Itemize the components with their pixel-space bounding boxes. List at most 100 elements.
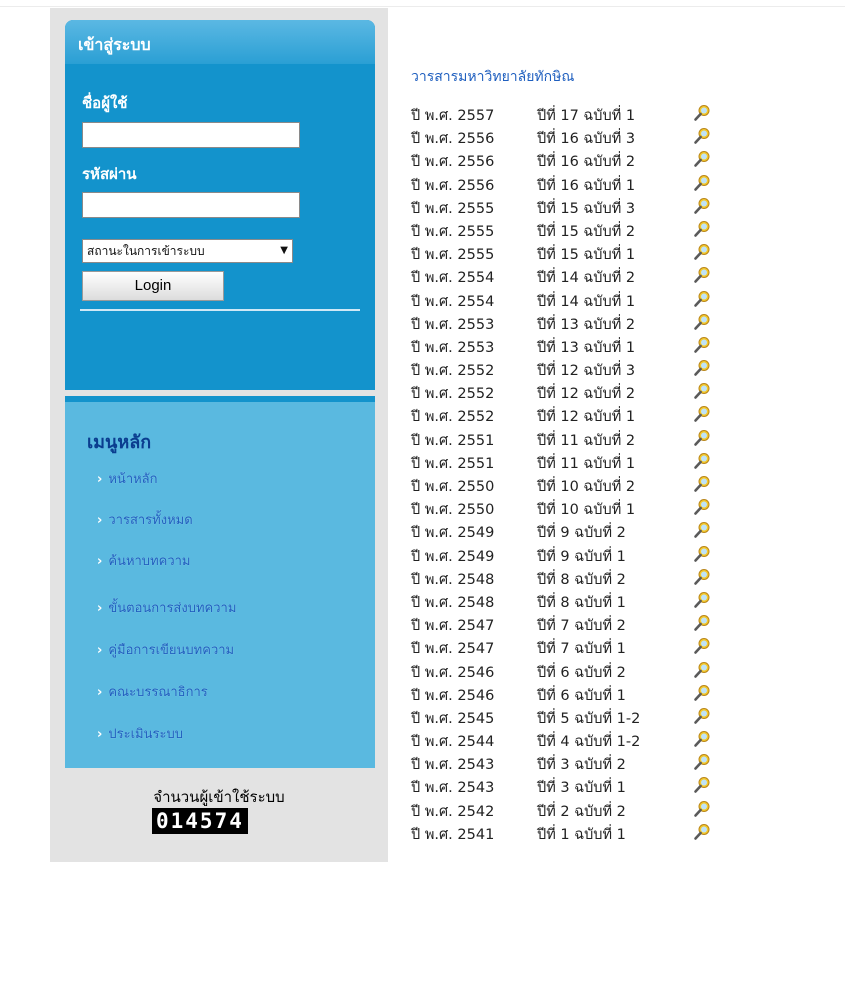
issue-row: ปี พ.ศ. 2549 ปีที่ 9 ฉบับที่ 2	[411, 521, 710, 544]
issue-volume: ปีที่ 4 ฉบับที่ 1-2	[537, 734, 641, 751]
issue-row: ปี พ.ศ. 2548 ปีที่ 8 ฉบับที่ 1	[411, 591, 710, 614]
issue-row: ปี พ.ศ. 2557 ปีที่ 17 ฉบับที่ 1	[411, 104, 710, 127]
search-magnifier-icon[interactable]	[693, 521, 711, 539]
search-magnifier-icon[interactable]	[693, 568, 711, 586]
search-magnifier-icon[interactable]	[693, 753, 711, 771]
issue-volume: ปีที่ 7 ฉบับที่ 1	[537, 641, 626, 658]
search-magnifier-icon[interactable]	[693, 429, 711, 447]
chevron-right-icon: ›	[97, 513, 103, 528]
menu-item-search-articles[interactable]: › ค้นหาบทความ	[97, 550, 191, 571]
issue-volume: ปีที่ 13 ฉบับที่ 1	[537, 339, 636, 356]
issue-row: ปี พ.ศ. 2550 ปีที่ 10 ฉบับที่ 1	[411, 498, 710, 521]
search-magnifier-icon[interactable]	[693, 684, 711, 702]
journal-title[interactable]: วารสารมหาวิทยาลัยทักษิณ	[411, 66, 574, 88]
search-magnifier-icon[interactable]	[693, 800, 711, 818]
issue-row: ปี พ.ศ. 2549 ปีที่ 9 ฉบับที่ 1	[411, 545, 710, 568]
search-magnifier-icon[interactable]	[693, 776, 711, 794]
issue-row: ปี พ.ศ. 2553 ปีที่ 13 ฉบับที่ 1	[411, 336, 710, 359]
menu-item-label: ขั้นตอนการส่งบทความ	[108, 601, 237, 616]
visitor-counter-label: จำนวนผู้เข้าใช้ระบบ	[153, 788, 285, 806]
issue-year: ปี พ.ศ. 2557	[411, 108, 495, 124]
issue-volume: ปีที่ 11 ฉบับที่ 2	[537, 432, 636, 449]
search-magnifier-icon[interactable]	[693, 707, 711, 725]
search-magnifier-icon[interactable]	[693, 290, 711, 308]
issue-year: ปี พ.ศ. 2549	[411, 525, 495, 542]
menu-item-submission-steps[interactable]: › ขั้นตอนการส่งบทความ	[97, 597, 236, 618]
issue-year: ปี พ.ศ. 2556	[411, 131, 495, 148]
menu-item-home[interactable]: › หน้าหลัก	[97, 468, 158, 489]
issue-row: ปี พ.ศ. 2552 ปีที่ 12 ฉบับที่ 3	[411, 359, 710, 382]
issue-year: ปี พ.ศ. 2556	[411, 154, 495, 171]
issue-year: ปี พ.ศ. 2552	[411, 409, 495, 426]
search-magnifier-icon[interactable]	[693, 637, 711, 655]
issue-volume: ปีที่ 1 ฉบับที่ 1	[537, 826, 626, 843]
issue-year: ปี พ.ศ. 2553	[411, 316, 495, 333]
menu-item-evaluate-system[interactable]: › ประเมินระบบ	[97, 723, 183, 744]
menu-item-label: คณะบรรณาธิการ	[108, 685, 208, 700]
search-magnifier-icon[interactable]	[693, 150, 711, 168]
search-magnifier-icon[interactable]	[693, 661, 711, 679]
login-panel: เข้าสู่ระบบ ชื่อผู้ใช้ รหัสผ่าน สถานะในก…	[65, 20, 375, 390]
search-magnifier-icon[interactable]	[693, 174, 711, 192]
search-magnifier-icon[interactable]	[693, 591, 711, 609]
issue-volume: ปีที่ 2 ฉบับที่ 2	[537, 803, 626, 820]
menu-item-label: ประเมินระบบ	[108, 727, 183, 742]
issue-year: ปี พ.ศ. 2556	[411, 177, 495, 194]
search-magnifier-icon[interactable]	[693, 336, 711, 354]
username-input[interactable]	[82, 122, 300, 148]
issue-volume: ปีที่ 14 ฉบับที่ 2	[537, 270, 636, 287]
issue-volume: ปีที่ 15 ฉบับที่ 3	[537, 200, 636, 217]
issue-year: ปี พ.ศ. 2549	[411, 548, 495, 565]
issue-row: ปี พ.ศ. 2546 ปีที่ 6 ฉบับที่ 2	[411, 661, 710, 684]
menu-item-writing-guide[interactable]: › คู่มือการเขียนบทความ	[97, 639, 234, 660]
chevron-right-icon: ›	[97, 554, 103, 569]
search-magnifier-icon[interactable]	[693, 614, 711, 632]
search-magnifier-icon[interactable]	[693, 823, 711, 841]
search-magnifier-icon[interactable]	[693, 313, 711, 331]
issue-volume: ปีที่ 8 ฉบับที่ 1	[537, 594, 626, 611]
issue-row: ปี พ.ศ. 2551 ปีที่ 11 ฉบับที่ 2	[411, 429, 710, 452]
issue-row: ปี พ.ศ. 2548 ปีที่ 8 ฉบับที่ 2	[411, 568, 710, 591]
menu-item-label: ค้นหาบทความ	[108, 554, 191, 569]
search-magnifier-icon[interactable]	[693, 730, 711, 748]
issue-year: ปี พ.ศ. 2546	[411, 687, 495, 704]
issue-row: ปี พ.ศ. 2550 ปีที่ 10 ฉบับที่ 2	[411, 475, 710, 498]
menu-item-editorial-board[interactable]: › คณะบรรณาธิการ	[97, 681, 208, 702]
menu-item-all-journals[interactable]: › วารสารทั้งหมด	[97, 509, 193, 530]
issue-row: ปี พ.ศ. 2551 ปีที่ 11 ฉบับที่ 1	[411, 452, 710, 475]
login-button[interactable]: Login	[82, 271, 224, 301]
issue-year: ปี พ.ศ. 2547	[411, 641, 495, 658]
search-magnifier-icon[interactable]	[693, 104, 711, 122]
issue-list: ปี พ.ศ. 2557 ปีที่ 17 ฉบับที่ 1 ปี พ.ศ. 25…	[411, 104, 710, 846]
search-magnifier-icon[interactable]	[693, 359, 711, 377]
search-magnifier-icon[interactable]	[693, 243, 711, 261]
issue-volume: ปีที่ 5 ฉบับที่ 1-2	[537, 710, 641, 727]
issue-row: ปี พ.ศ. 2543 ปีที่ 3 ฉบับที่ 2	[411, 753, 710, 776]
issue-row: ปี พ.ศ. 2553 ปีที่ 13 ฉบับที่ 2	[411, 313, 710, 336]
issue-year: ปี พ.ศ. 2554	[411, 293, 495, 310]
search-magnifier-icon[interactable]	[693, 545, 711, 563]
search-magnifier-icon[interactable]	[693, 405, 711, 423]
search-magnifier-icon[interactable]	[693, 127, 711, 145]
password-input[interactable]	[82, 192, 300, 218]
menu-item-label: คู่มือการเขียนบทความ	[108, 643, 235, 658]
login-status-select[interactable]: สถานะในการเข้าระบบ ▼	[82, 239, 293, 263]
issue-volume: ปีที่ 15 ฉบับที่ 1	[537, 247, 636, 264]
sidebar: เข้าสู่ระบบ ชื่อผู้ใช้ รหัสผ่าน สถานะในก…	[50, 8, 388, 862]
issue-volume: ปีที่ 14 ฉบับที่ 1	[537, 293, 636, 310]
search-magnifier-icon[interactable]	[693, 197, 711, 215]
issue-year: ปี พ.ศ. 2545	[411, 710, 495, 727]
search-magnifier-icon[interactable]	[693, 220, 711, 238]
search-magnifier-icon[interactable]	[693, 475, 711, 493]
issue-volume: ปีที่ 9 ฉบับที่ 2	[537, 525, 626, 542]
search-magnifier-icon[interactable]	[693, 452, 711, 470]
search-magnifier-icon[interactable]	[693, 266, 711, 284]
visitor-counter: 014574	[152, 808, 248, 834]
chevron-right-icon: ›	[97, 601, 103, 616]
dropdown-arrow-icon: ▼	[280, 245, 288, 256]
chevron-right-icon: ›	[97, 727, 103, 742]
issue-volume: ปีที่ 13 ฉบับที่ 2	[537, 316, 636, 333]
search-magnifier-icon[interactable]	[693, 498, 711, 516]
issue-year: ปี พ.ศ. 2553	[411, 339, 495, 356]
search-magnifier-icon[interactable]	[693, 382, 711, 400]
